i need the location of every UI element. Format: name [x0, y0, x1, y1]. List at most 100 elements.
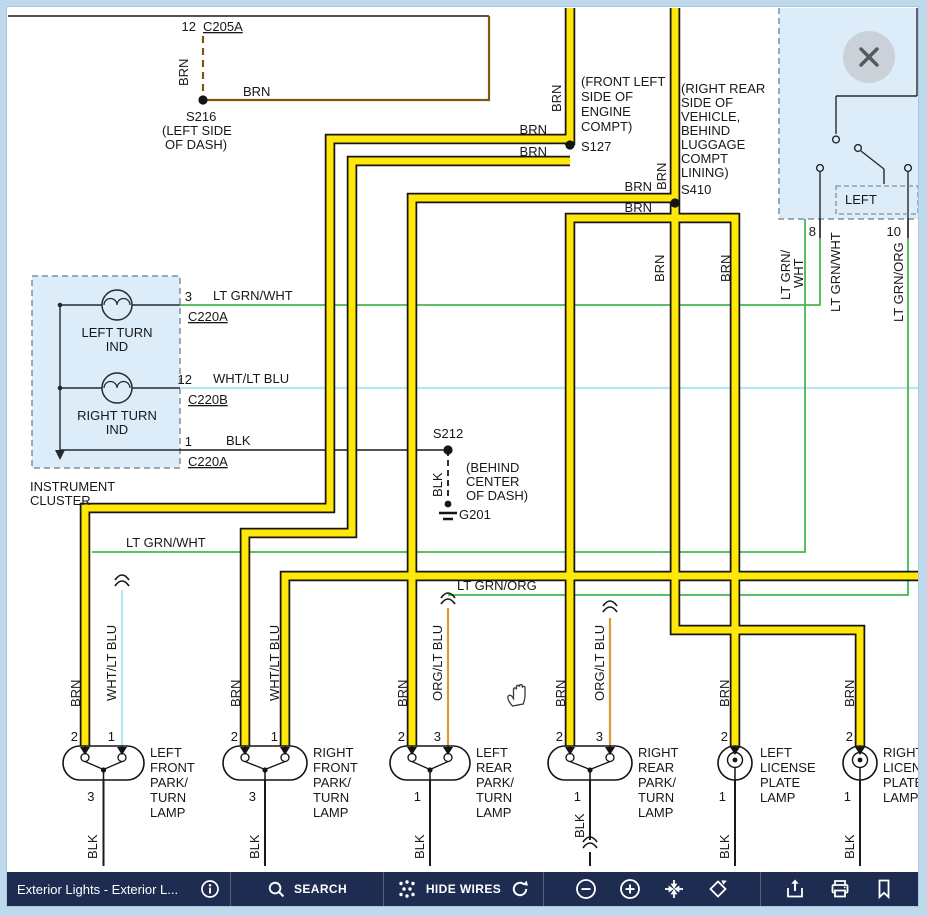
pin-number: 3: [596, 729, 603, 744]
right-license-plate-lamp: 21RIGHTLICENSEPLATELAMP: [843, 729, 918, 805]
pin-number: 1: [719, 789, 726, 804]
lamp-name-label: LAMP: [150, 805, 185, 820]
wire-color-label: BRN: [625, 179, 652, 194]
lamp-name-label: PLATE: [760, 775, 801, 790]
highlighted-brn-wire[interactable]: [412, 198, 675, 748]
highlighted-brn-wire[interactable]: [675, 218, 735, 748]
pin-number: 3: [249, 789, 256, 804]
component-label: LEFT TURN: [81, 325, 152, 340]
pin-number: 1: [574, 789, 581, 804]
lamp-name-label: LAMP: [476, 805, 511, 820]
highlighted-brn-wire[interactable]: [570, 218, 675, 748]
pin-number: 2: [846, 729, 853, 744]
pin-number: 8: [809, 224, 816, 239]
connector-label: C220A: [188, 309, 228, 324]
lamp-name-label: PARK/: [150, 775, 188, 790]
lamp-name-label: PARK/: [313, 775, 351, 790]
pin-number: 3: [434, 729, 441, 744]
wire-color-label: LT GRN/WHT: [126, 535, 206, 550]
splice-label: S212: [433, 426, 463, 441]
hide-wires-section: HIDE WIRES: [384, 872, 544, 906]
lamp-name-label: LAMP: [638, 805, 673, 820]
wire-color-label: BRN: [625, 200, 652, 215]
component-label: IND: [106, 339, 128, 354]
wire-color-label: BLK: [85, 834, 100, 859]
wire-color-label: WHT/LT BLU: [104, 625, 119, 701]
pin-number: 2: [231, 729, 238, 744]
wire-break-symbol: [115, 575, 129, 580]
lamp-name-label: TURN: [313, 790, 349, 805]
lamp-name-label: LAMP: [883, 790, 918, 805]
pin-number: 12: [178, 372, 192, 387]
zoom-in-icon[interactable]: [619, 878, 641, 900]
lamp-name-label: LEFT: [760, 745, 792, 760]
location-note: CENTER: [466, 474, 519, 489]
actions-section: [761, 872, 918, 906]
location-note: VEHICLE,: [681, 109, 740, 124]
wire-color-label: ORG/LT BLU: [430, 625, 445, 701]
wire-color-label: LT GRN/WHT: [213, 288, 293, 303]
lamp-name-label: LAMP: [760, 790, 795, 805]
lamp-name-label: TURN: [476, 790, 512, 805]
diagram-canvas[interactable]: 213LEFTFRONTPARK/TURNLAMP213RIGHTFRONTPA…: [7, 7, 918, 906]
component-label: RIGHT TURN: [77, 408, 157, 423]
print-icon[interactable]: [829, 878, 851, 900]
highlight-outline: [570, 218, 675, 748]
wire-color-label: BRN: [553, 680, 568, 707]
pin-number: 3: [87, 789, 94, 804]
location-note: COMPT: [681, 151, 728, 166]
diagram-title-section[interactable]: Exterior Lights - Exterior L...: [7, 872, 231, 906]
component-label: CLUSTER: [30, 493, 91, 508]
search-icon: [267, 880, 286, 899]
search-button[interactable]: SEARCH: [231, 872, 384, 906]
wire-break-symbol: [441, 599, 455, 604]
highlight-outline: [412, 198, 675, 748]
close-button[interactable]: [843, 31, 895, 83]
lamp-name-label: TURN: [150, 790, 186, 805]
wire-color-label: LT GRN/WHT: [828, 232, 843, 312]
wire-color-label: BRN: [520, 144, 547, 159]
component-label: INSTRUMENT: [30, 479, 115, 494]
wire-color-label: LT GRN/ORG: [891, 242, 906, 322]
refresh-icon[interactable]: [510, 879, 530, 899]
lamp-name-label: PARK/: [476, 775, 514, 790]
connector-label: C205A: [203, 19, 243, 34]
splice-dot: [198, 95, 207, 104]
lamp-name-label: RIGHT: [638, 745, 679, 760]
wire-color-label: BRN: [718, 255, 733, 282]
wire-color-label: BLK: [430, 472, 445, 497]
highlight-outline: [675, 218, 735, 748]
component-label: IND: [106, 422, 128, 437]
lamp-name-label: LEFT: [476, 745, 508, 760]
ground-label: G201: [459, 507, 491, 522]
zoom-out-icon[interactable]: [575, 878, 597, 900]
wire-break-symbol: [583, 843, 597, 848]
location-note: ENGINE: [581, 104, 631, 119]
bottom-toolbar: Exterior Lights - Exterior L... SEARCH H…: [7, 872, 918, 906]
wire-color-label: BLK: [247, 834, 262, 859]
location-note: LUGGAGE: [681, 137, 746, 152]
wires-dots-icon: [397, 879, 417, 899]
wire-color-label: BRN: [68, 680, 83, 707]
wire-color-label: BRN: [243, 84, 270, 99]
lamp-name-label: PARK/: [638, 775, 676, 790]
splice-label: S216: [186, 109, 216, 124]
fit-screen-icon[interactable]: [663, 878, 685, 900]
location-note: OF DASH): [165, 137, 227, 152]
export-icon[interactable]: [784, 878, 806, 900]
connector-label: C220B: [188, 392, 228, 407]
pin-number: 3: [185, 289, 192, 304]
info-icon[interactable]: [200, 879, 220, 899]
wire-break-symbol: [115, 581, 129, 586]
ground-symbol: [445, 501, 452, 508]
orientation-icon[interactable]: [707, 878, 729, 900]
bookmark-icon[interactable]: [873, 878, 895, 900]
lamp-name-label: PLATE: [883, 775, 918, 790]
pin-number: 1: [844, 789, 851, 804]
wire-color-label: BLK: [717, 834, 732, 859]
pin-number: 1: [414, 789, 421, 804]
component-label: LEFT: [845, 192, 877, 207]
wire-color-label: BRN: [520, 122, 547, 137]
hide-wires-button[interactable]: HIDE WIRES: [426, 882, 501, 896]
connector-label: C220A: [188, 454, 228, 469]
